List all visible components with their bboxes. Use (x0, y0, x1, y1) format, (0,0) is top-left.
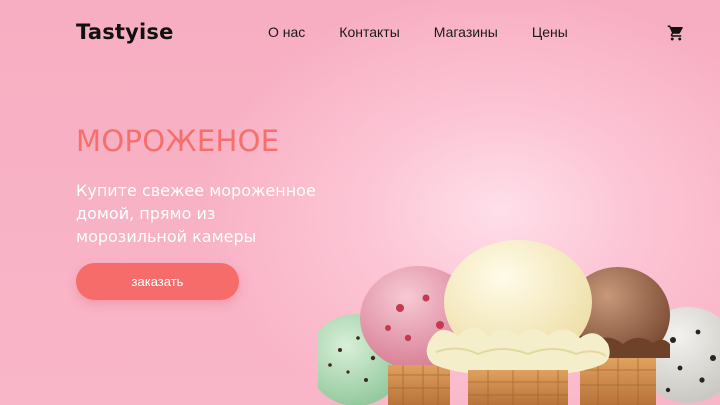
nav-link-about[interactable]: О нас (268, 24, 305, 40)
logo[interactable]: Tastyise (76, 20, 174, 44)
site-header: Tastyise О нас Контакты Магазины Цены (0, 0, 720, 68)
main-nav: О нас Контакты Магазины Цены (268, 24, 602, 40)
hero-subtitle: Купите свежее мороженное домой, прямо из… (76, 181, 316, 246)
nav-link-prices[interactable]: Цены (532, 24, 568, 40)
ice-cream-scoops-image (308, 240, 720, 405)
hero-title: МОРОЖЕНОЕ (76, 124, 280, 158)
nav-link-stores[interactable]: Магазины (434, 24, 498, 40)
nav-link-contacts[interactable]: Контакты (339, 24, 399, 40)
order-button[interactable]: заказать (76, 263, 239, 300)
shopping-cart-icon[interactable] (667, 24, 685, 42)
